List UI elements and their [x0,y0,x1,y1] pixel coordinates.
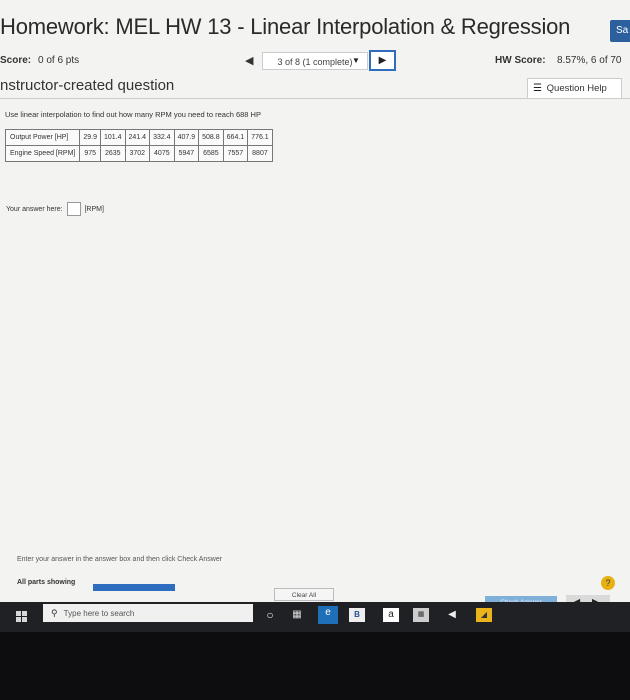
task-view-icon[interactable]: ▦ [289,608,305,622]
search-icon: ⚲ [51,608,58,618]
amazon-icon[interactable]: a [383,608,399,622]
answer-unit: [RPM] [84,205,104,213]
search-placeholder: Type here to search [63,609,135,618]
row-header: Output Power [HP] [4,129,81,146]
clear-all-button[interactable]: Clear All [274,588,334,601]
table-cell: 241.4 [124,129,151,146]
question-instruction: Use linear interpolation to find out how… [5,110,261,119]
table-row: Engine Speed [RPM] 975 2635 3702 4075 59… [4,145,273,162]
table-cell: 101.4 [100,129,126,146]
sketch-icon[interactable]: ◀ [444,608,460,622]
yellow-app-icon[interactable]: ◢ [476,608,492,622]
question-help-button[interactable]: ☰ Question Help [527,78,622,99]
store-icon[interactable]: B [349,608,365,622]
table-cell: 776.1 [247,129,273,146]
windows-start-icon[interactable] [16,611,28,623]
table-cell: 5947 [173,145,200,162]
question-type-label: nstructor-created question [0,77,175,94]
score-value: 0 of 6 pts [38,55,80,66]
edge-icon[interactable]: e [318,606,338,624]
table-cell: 975 [79,145,101,162]
table-cell: 3702 [124,145,151,162]
page-title: Homework: MEL HW 13 - Linear Interpolati… [0,14,571,39]
hw-score-value: 8.57%, 6 of 70 [557,55,622,66]
next-question-icon[interactable]: ▶ [369,50,396,71]
hw-score-label: HW Score: [495,55,546,66]
list-icon: ☰ [533,83,542,94]
score-label: Score: [0,55,32,66]
table-cell: 6585 [198,145,224,162]
taskbar: ⚲ Type here to search ○ ▦ e B a ▦ ◀ ◢ [0,602,630,632]
answer-row: Your answer here: [RPM] [6,202,104,216]
parts-progress-fill [93,584,175,591]
browser-screen: Homework: MEL HW 13 - Linear Interpolati… [0,0,630,632]
table-cell: 508.8 [198,129,224,146]
table-cell: 29.9 [79,129,101,146]
answer-input[interactable] [66,202,81,216]
question-help-label: Question Help [546,83,607,94]
table-cell: 664.1 [222,129,249,146]
table-cell: 7557 [222,145,249,162]
table-cell: 332.4 [149,129,175,146]
question-selector-label: 3 of 8 (1 complete) [277,57,353,67]
instructions-footer: Enter your answer in the answer box and … [17,556,223,563]
table-cell: 407.9 [173,129,200,146]
table-cell: 8807 [247,145,273,162]
previous-question-icon[interactable]: ◀ [245,54,253,67]
answer-label: Your answer here: [6,205,63,213]
chevron-down-icon: ▼ [352,56,360,65]
parts-progress-bar [93,584,175,591]
score-row: Score: 0 of 6 pts ◀ 3 of 8 (1 complete) … [0,50,630,72]
row-header: Engine Speed [RPM] [4,145,81,162]
data-table: Output Power [HP] 29.9 101.4 241.4 332.4… [4,129,273,162]
parts-showing-label: All parts showing [17,579,76,586]
table-cell: 4075 [149,145,175,162]
save-button[interactable]: Sa [610,20,630,42]
taskbar-search-input[interactable]: ⚲ Type here to search [43,604,253,622]
help-icon[interactable]: ? [601,576,615,590]
table-row: Output Power [HP] 29.9 101.4 241.4 332.4… [4,129,273,146]
table-cell: 2635 [100,145,126,162]
cortana-icon[interactable]: ○ [262,608,278,622]
calendar-icon[interactable]: ▦ [413,608,429,622]
